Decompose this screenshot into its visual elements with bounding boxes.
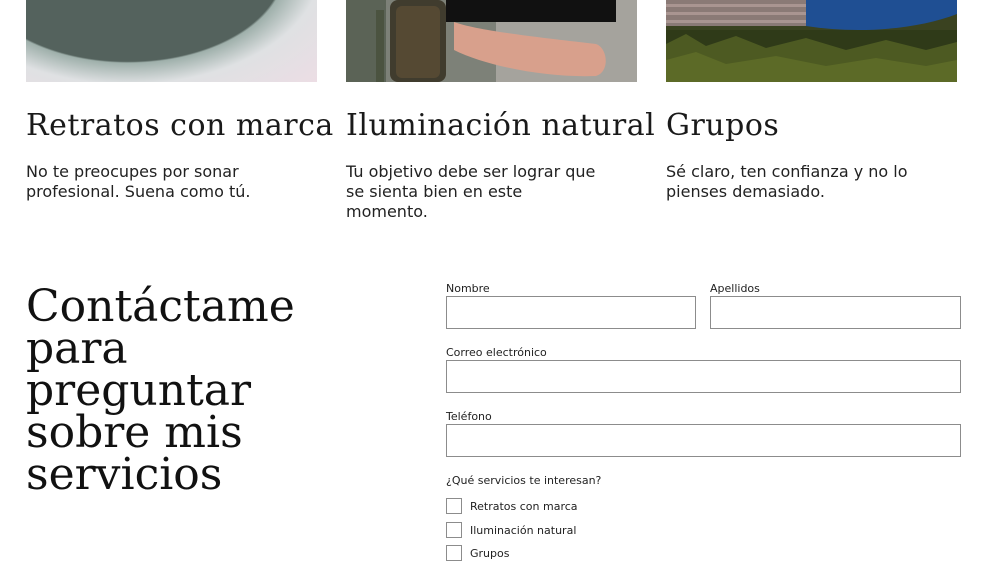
service-option-branded-portraits[interactable]: Retratos con marca — [446, 498, 578, 514]
photo-groups — [666, 0, 957, 82]
card-text-groups: Sé claro, ten confianza y no lo pienses … — [666, 162, 908, 201]
services-question: ¿Qué servicios te interesan? — [446, 474, 602, 487]
email-input[interactable] — [446, 360, 961, 393]
email-label: Correo electrónico — [446, 346, 547, 359]
contact-heading: Contáctame para preguntar sobre mis serv… — [26, 281, 295, 500]
checkbox[interactable] — [446, 545, 462, 561]
card-title-branded-portraits: Retratos con marca — [26, 108, 334, 143]
photo-branded-portraits — [26, 0, 317, 82]
last-name-input[interactable] — [710, 296, 961, 329]
checkbox[interactable] — [446, 498, 462, 514]
card-title-groups: Grupos — [666, 108, 780, 143]
first-name-input[interactable] — [446, 296, 696, 329]
photo-groups-art — [666, 0, 957, 82]
card-text-natural-lighting: Tu objetivo debe ser lograr que se sient… — [346, 162, 596, 221]
last-name-label: Apellidos — [710, 282, 760, 295]
service-option-natural-lighting[interactable]: Iluminación natural — [446, 522, 576, 538]
card-title-natural-lighting: Iluminación natural — [346, 108, 656, 143]
photo-natural-lighting — [346, 0, 637, 82]
card-text-branded-portraits: No te preocupes por sonar profesional. S… — [26, 162, 251, 201]
first-name-label: Nombre — [446, 282, 490, 295]
checkbox[interactable] — [446, 522, 462, 538]
photo-natural-lighting-art — [346, 0, 637, 82]
phone-label: Teléfono — [446, 410, 492, 423]
service-label: Iluminación natural — [470, 523, 577, 537]
phone-input[interactable] — [446, 424, 961, 457]
service-label: Retratos con marca — [470, 499, 578, 513]
service-label: Grupos — [470, 546, 510, 560]
service-option-groups[interactable]: Grupos — [446, 545, 509, 561]
